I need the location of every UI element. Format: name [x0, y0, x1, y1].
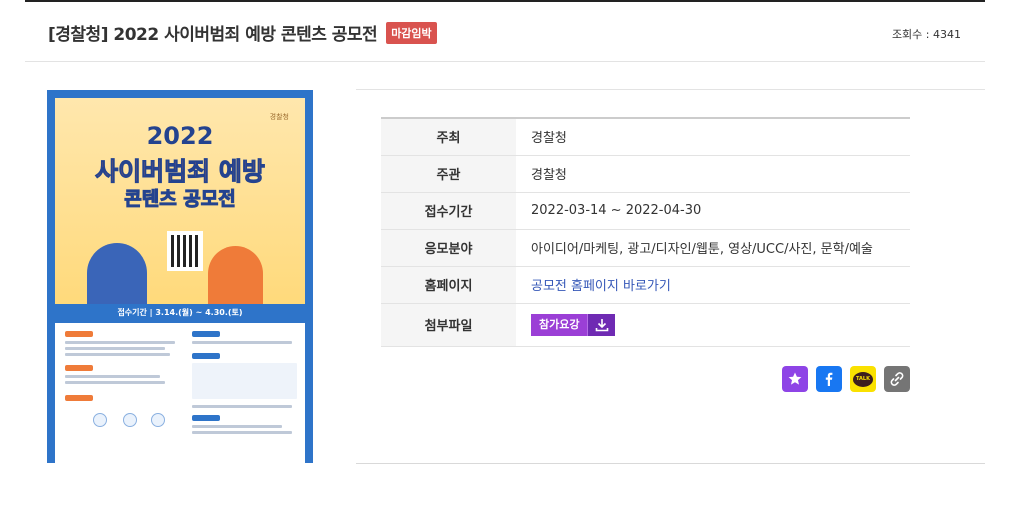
poster-icon-video [93, 413, 107, 427]
info-value: 경찰청 [531, 168, 567, 183]
info-top-divider [356, 89, 985, 90]
info-value: 경찰청 [531, 131, 567, 147]
kakaotalk-icon: TALK [853, 371, 873, 387]
favorite-button[interactable] [782, 366, 808, 392]
poster-text-line [65, 381, 165, 384]
contest-header: [경찰청] 2022 사이버범죄 예방 콘텐츠 공모전 마감임박 조회수 : 4… [25, 2, 985, 62]
poster-title: 사이버범죄 예방 [95, 157, 266, 187]
poster-text-line [192, 425, 282, 428]
poster-text-line [65, 347, 165, 350]
info-row-organizer: 주관 경찰청 [381, 155, 910, 192]
poster-illustration-man [87, 243, 147, 312]
copy-link-button[interactable] [884, 366, 910, 392]
poster-section-tag [192, 353, 220, 359]
info-row-category: 응모분야 아이디어/마케팅, 광고/디자인/웹툰, 영상/UCC/사진, 문학/… [381, 229, 910, 266]
info-value: 공모전 홈페이지 바로가기 [516, 266, 910, 303]
poster-hero: 경찰청 2022 사이버범죄 예방 콘텐츠 공모전 [55, 98, 305, 312]
poster-prize-table [192, 363, 297, 399]
star-icon [788, 372, 802, 385]
poster-subtitle: 콘텐츠 공모전 [124, 188, 237, 211]
info-label: 주관 [381, 155, 516, 192]
facebook-icon [825, 372, 833, 386]
info-label: 접수기간 [381, 192, 516, 229]
info-label: 응모분야 [381, 229, 516, 266]
poster-logo: 경찰청 [269, 113, 289, 121]
poster-icon-doc [151, 413, 165, 427]
guideline-download-label: 참가요강 [531, 313, 588, 336]
poster-period: 접수기간 | 3.14.(월) ~ 4.30.(토) [55, 304, 305, 323]
kakaotalk-icon-label: TALK [856, 376, 870, 382]
poster-qr-code [167, 231, 203, 271]
info-value: 참가요강 [516, 303, 910, 346]
contest-detail-page: [경찰청] 2022 사이버범죄 예방 콘텐츠 공모전 마감임박 조회수 : 4… [0, 0, 1024, 505]
download-icon [587, 313, 616, 336]
poster-illustration-woman [208, 246, 263, 312]
info-row-homepage: 홈페이지 공모전 홈페이지 바로가기 [381, 266, 910, 303]
poster-text-line [192, 405, 292, 408]
guideline-download-button[interactable]: 참가요강 [531, 313, 616, 336]
facebook-share-button[interactable] [816, 366, 842, 392]
contest-info-table: 주최 경찰청 주관 경찰청 접수기간 2022-03-14 ~ 2022-04-… [381, 117, 910, 347]
contest-poster[interactable]: 경찰청 2022 사이버범죄 예방 콘텐츠 공모전 접수기간 | 3.14.(월… [47, 90, 313, 463]
poster-section-tag [192, 331, 220, 337]
poster-section-tag [65, 395, 93, 401]
poster-icon-idea [123, 413, 137, 427]
info-row-host: 주최 경찰청 [381, 118, 910, 155]
poster-section-tag [65, 365, 93, 371]
poster-section-tag [192, 415, 220, 421]
info-label: 주최 [381, 118, 516, 155]
link-icon [890, 372, 904, 386]
info-value: 2022-03-14 ~ 2022-04-30 [531, 203, 702, 218]
homepage-link[interactable]: 공모전 홈페이지 바로가기 [531, 279, 671, 294]
info-row-attachment: 첨부파일 참가요강 [381, 303, 910, 346]
kakaotalk-share-button[interactable]: TALK [850, 366, 876, 392]
poster-text-line [192, 341, 292, 344]
title-group: [경찰청] 2022 사이버범죄 예방 콘텐츠 공모전 마감임박 [48, 20, 437, 45]
poster-text-line [65, 375, 160, 378]
poster-text-line [192, 431, 292, 434]
info-label: 첨부파일 [381, 303, 516, 346]
poster-text-line [65, 341, 175, 344]
poster-section-tag [65, 331, 93, 337]
info-value: 아이디어/마케팅, 광고/디자인/웹툰, 영상/UCC/사진, 문학/예술 [531, 242, 873, 257]
poster-year: 2022 [146, 122, 214, 150]
poster-text-line [65, 353, 170, 356]
deadline-badge: 마감임박 [386, 21, 437, 44]
bottom-divider [356, 463, 985, 464]
info-label: 홈페이지 [381, 266, 516, 303]
view-count: 조회수 : 4341 [891, 28, 961, 41]
page-title: [경찰청] 2022 사이버범죄 예방 콘텐츠 공모전 [48, 25, 378, 45]
info-row-period: 접수기간 2022-03-14 ~ 2022-04-30 [381, 192, 910, 229]
poster-details [55, 323, 305, 463]
poster-canvas: 경찰청 2022 사이버범죄 예방 콘텐츠 공모전 접수기간 | 3.14.(월… [55, 98, 305, 463]
share-buttons: TALK [782, 366, 910, 392]
